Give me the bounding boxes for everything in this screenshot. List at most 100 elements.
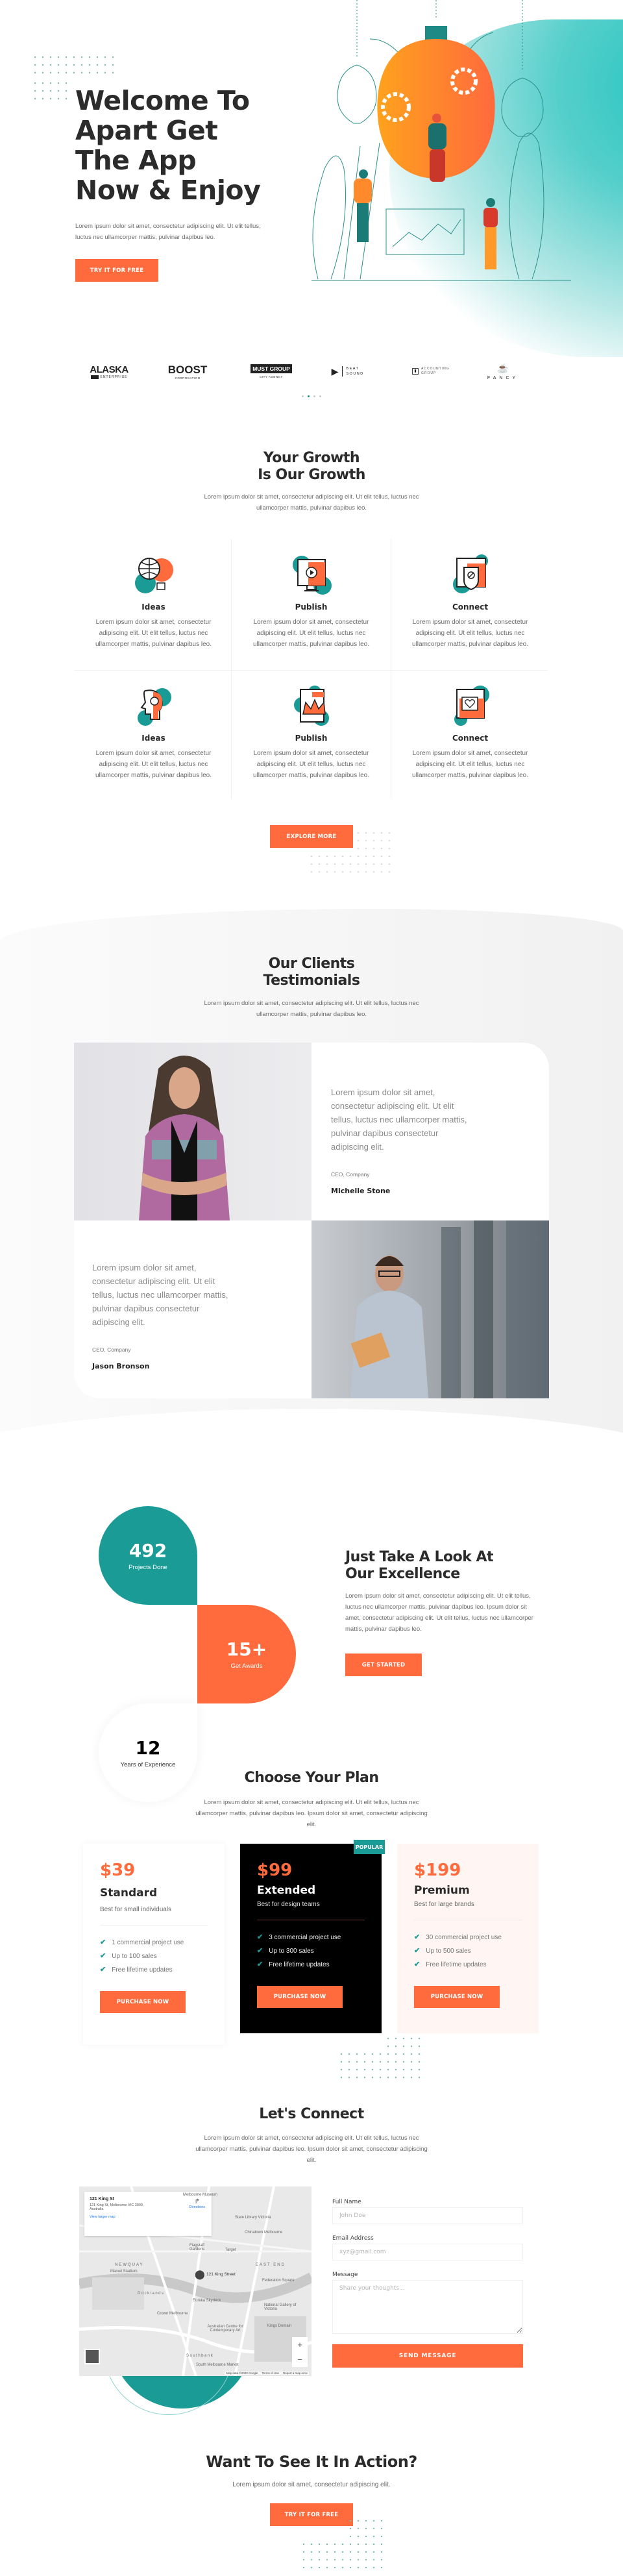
- map-label: National Gallery of Victoria: [264, 2303, 297, 2311]
- plan-feature: ✔ 3 commercial project use: [257, 1931, 365, 1944]
- plan-feature-text: Up to 300 sales: [269, 1948, 314, 1955]
- logo-carousel-pager: [227, 395, 396, 397]
- map-terms-link[interactable]: Terms of Use: [262, 2372, 279, 2375]
- map-zoom-out-button[interactable]: −: [297, 2355, 302, 2364]
- feature-title: Publish: [295, 734, 328, 743]
- logo-must-group[interactable]: MUST GROUP CITY AGENCY: [247, 358, 296, 384]
- decorative-dots: [300, 2540, 385, 2571]
- logo-fancy[interactable]: ☕ FANCY: [487, 358, 519, 384]
- plan-subtitle: Best for design teams: [257, 1901, 320, 1908]
- crown-browser-icon: [289, 683, 334, 728]
- map-report-link[interactable]: Report a map error: [283, 2372, 308, 2375]
- pager-dot[interactable]: [319, 395, 321, 397]
- map-label: Crown Melbourne: [157, 2312, 188, 2316]
- feature-card: Publish Lorem ipsum dolor sit amet, cons…: [232, 683, 391, 813]
- popular-badge: POPULAR: [354, 1840, 385, 1854]
- purchase-premium-button[interactable]: PURCHASE NOW: [414, 1986, 500, 2008]
- pager-dot[interactable]: [313, 395, 315, 397]
- pricing-description: Lorem ipsum dolor sit amet, consectetur …: [195, 1799, 428, 1828]
- decorative-dots: [354, 829, 393, 852]
- contact-title: Let's Connect: [259, 2106, 364, 2122]
- decorative-dots: [308, 852, 393, 876]
- feature-description: Lorem ipsum dolor sit amet, consectetur …: [253, 750, 369, 779]
- logo-boost[interactable]: BOOST CORPORATION: [161, 358, 214, 384]
- view-larger-map-link[interactable]: View larger map: [90, 2215, 206, 2219]
- map-label: Melbourne Museum: [183, 2193, 218, 2197]
- check-icon: ✔: [257, 1961, 263, 1968]
- map-address: 121 King St, Melbourne VIC 3000, Austral…: [90, 2203, 167, 2211]
- map-address-line: Australia: [90, 2207, 104, 2211]
- plan-divider: [100, 1925, 208, 1926]
- location-map[interactable]: 121 King St 121 King St, Melbourne VIC 3…: [79, 2186, 312, 2376]
- map-info-card: 121 King St 121 King St, Melbourne VIC 3…: [84, 2192, 212, 2236]
- map-attribution-text: Map data ©2020 Google: [226, 2372, 258, 2375]
- map-label: South Melbourne Market: [196, 2363, 239, 2367]
- check-icon: ✔: [257, 1933, 263, 1941]
- plan-feature: ✔ 1 commercial project use: [100, 1936, 208, 1950]
- plan-feature-text: Free lifetime updates: [269, 1961, 330, 1968]
- plan-name: Extended: [257, 1884, 316, 1897]
- get-started-button[interactable]: GET STARTED: [345, 1653, 422, 1676]
- video-monitor-icon: [289, 552, 334, 597]
- send-message-button[interactable]: SEND MESSAGE: [332, 2344, 523, 2368]
- plan-feature-text: Up to 100 sales: [112, 1953, 157, 1960]
- client-photo-michelle: [74, 1043, 312, 1220]
- logo-beat-sound[interactable]: ▶ BEAT SOUND: [328, 358, 367, 384]
- hero-title-line: The App: [75, 145, 197, 176]
- plan-card-premium: $199 Premium Best for large brands ✔ 30 c…: [397, 1844, 539, 2033]
- excellence-description: Lorem ipsum dolor sit amet, consectetur …: [345, 1592, 533, 1633]
- map-label: Federation Square: [262, 2279, 295, 2283]
- plan-feature: ✔ Up to 500 sales: [414, 1944, 522, 1958]
- growth-title-line: Is Our Growth: [258, 467, 365, 483]
- logo-text: ALASKA: [90, 364, 128, 375]
- directions-button[interactable]: ↱ Directions: [189, 2198, 205, 2209]
- plan-price: $39: [100, 1861, 136, 1880]
- logo-subtext: CORPORATION: [175, 376, 201, 380]
- try-free-button[interactable]: TRY IT FOR FREE: [75, 259, 158, 282]
- plan-feature-text: 3 commercial project use: [269, 1934, 341, 1941]
- purchase-standard-button[interactable]: PURCHASE NOW: [100, 1991, 186, 2013]
- logo-alaska[interactable]: ALASKA ENTERPRISE: [83, 358, 135, 384]
- section-wave: [0, 1409, 623, 1500]
- map-marker-icon[interactable]: ⬤: [195, 2269, 205, 2280]
- plan-feature: ✔ Free lifetime updates: [100, 1963, 208, 1977]
- email-label: Email Address: [332, 2235, 374, 2242]
- growth-title-line: Your Growth: [263, 450, 360, 466]
- hero-title-line: Welcome To: [75, 85, 250, 116]
- feature-title: Ideas: [141, 734, 165, 743]
- purchase-extended-button[interactable]: PURCHASE NOW: [257, 1986, 343, 2008]
- message-textarea[interactable]: [332, 2280, 523, 2334]
- stat-awards: 15+ Get Awards: [197, 1605, 296, 1703]
- map-label: Flagstaff Gardens: [189, 2244, 205, 2251]
- map-label: Eureka Skydeck: [193, 2299, 221, 2303]
- logo-text: BEAT SOUND: [342, 366, 363, 377]
- explore-more-button[interactable]: EXPLORE MORE: [270, 825, 353, 848]
- plan-features: ✔ 3 commercial project use ✔ Up to 300 sal…: [257, 1931, 365, 1972]
- testimonial-role: CEO, Company: [92, 1346, 131, 1353]
- decorative-dots: [31, 53, 114, 79]
- contact-description: Lorem ipsum dolor sit amet, consectetur …: [195, 2135, 428, 2164]
- testimonials-card: Lorem ipsum dolor sit amet, consectetur …: [74, 1043, 549, 1398]
- satellite-toggle[interactable]: [84, 2349, 100, 2364]
- check-icon: ✔: [100, 1966, 106, 1974]
- decorative-dots: [347, 2517, 385, 2540]
- shield-browser-icon: [448, 552, 493, 597]
- testimonial-role: CEO, Company: [331, 1171, 370, 1178]
- full-name-input[interactable]: [332, 2207, 523, 2224]
- feature-card: Ideas Lorem ipsum dolor sit amet, consec…: [74, 552, 233, 682]
- logo-accounting-group[interactable]: ▮ ACCOUNTING GROUP: [410, 358, 452, 384]
- testimonial-quote: Lorem ipsum dolor sit amet, consectetur …: [92, 1263, 228, 1327]
- pager-dot[interactable]: [302, 395, 304, 397]
- map-attribution: Map data ©2020 Google Terms of Use Repor…: [225, 2372, 309, 2375]
- feature-description: Lorem ipsum dolor sit amet, consectetur …: [253, 619, 369, 648]
- coffee-cup-icon: ☕: [497, 362, 509, 373]
- map-label: Docklands: [138, 2292, 165, 2296]
- pager-dot-active[interactable]: [308, 395, 310, 397]
- footer-try-free-button[interactable]: TRY IT FOR FREE: [270, 2503, 353, 2526]
- stat-value: 492: [128, 1540, 167, 1561]
- email-input[interactable]: [332, 2244, 523, 2260]
- plan-card-standard: $39 Standard Best for small individuals …: [83, 1844, 225, 2045]
- directions-icon: ↱: [194, 2198, 200, 2205]
- feature-description: Lorem ipsum dolor sit amet, consectetur …: [95, 619, 212, 648]
- map-zoom-in-button[interactable]: +: [297, 2340, 302, 2349]
